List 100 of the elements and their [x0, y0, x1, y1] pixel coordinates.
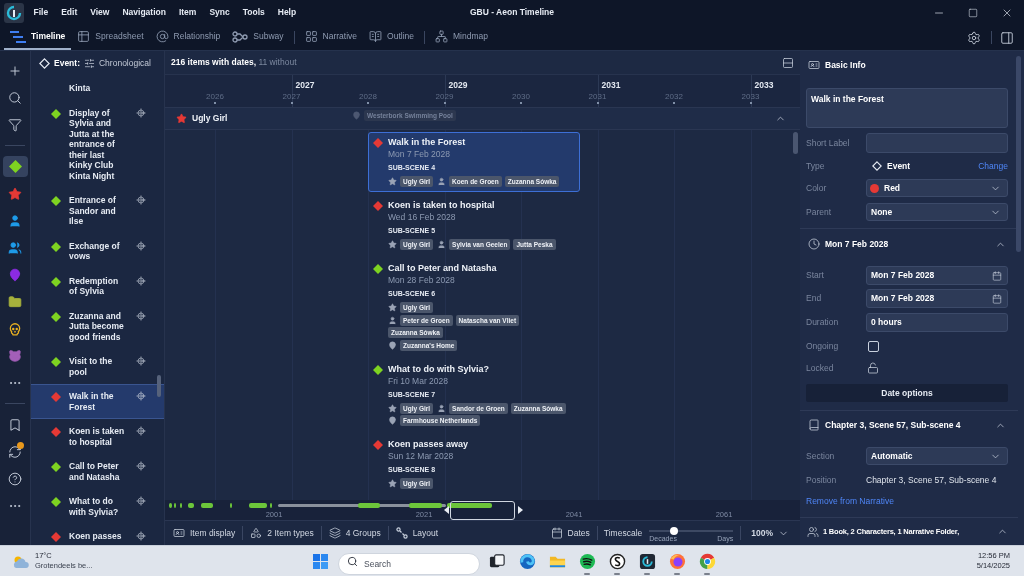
view-tab[interactable]: Relationship [149, 25, 227, 50]
duration-field[interactable]: 0 hours [866, 313, 1008, 332]
menu-item[interactable]: Tools [236, 2, 272, 23]
view-tab[interactable]: Narrative [298, 25, 364, 50]
scrollbar-thumb[interactable] [793, 132, 798, 154]
ongoing-checkbox[interactable] [868, 340, 879, 352]
timescale-slider[interactable] [649, 526, 734, 535]
crosshair-icon[interactable] [136, 240, 146, 251]
bookmark-icon[interactable] [8, 417, 22, 432]
zoom-select[interactable]: 100% [748, 523, 792, 543]
rows-icon[interactable] [782, 56, 794, 69]
field-label: Type [806, 159, 826, 173]
sort-label[interactable]: Chronological [99, 57, 151, 70]
crosshair-icon[interactable] [136, 195, 146, 205]
window-title: GBU - Aeon Timeline [469, 6, 555, 19]
event-list-item[interactable]: Visit to the pool [31, 349, 164, 384]
footer-tool-button[interactable]: Item display [170, 523, 239, 543]
date-field[interactable]: Mon 7 Feb 2028 [866, 289, 1008, 308]
scrollbar-thumb[interactable] [157, 375, 161, 397]
scrollbar-thumb[interactable] [1016, 56, 1021, 252]
event-list-item[interactable]: Exchange of vows [31, 233, 164, 269]
type-filter-button[interactable] [2, 156, 28, 177]
color-select[interactable]: Red [866, 179, 1008, 197]
crosshair-icon[interactable] [136, 275, 146, 286]
globe-app-icon[interactable] [668, 552, 686, 570]
slider-thumb[interactable] [669, 526, 678, 535]
view-tab[interactable]: Mindmap [429, 25, 494, 50]
year-tick-label: 2029 [435, 91, 454, 103]
left-arrow-icon[interactable] [444, 506, 449, 514]
event-date: Mon 28 Feb 2028 [388, 275, 455, 286]
event-list-item[interactable]: Entrance of Sandor and Ilse [31, 188, 164, 234]
menu-item[interactable]: Item [172, 2, 203, 23]
maximize-icon[interactable] [968, 7, 978, 18]
type-filter-label[interactable]: Event: [54, 57, 80, 70]
view-tab[interactable]: Subway [226, 25, 290, 50]
search-icon[interactable] [8, 90, 22, 105]
event-list-item[interactable]: Kinta [31, 76, 164, 101]
event-list-item[interactable]: Koen passes [31, 524, 164, 545]
table-icon [77, 30, 91, 43]
event-title: Koen is taken to hospital [69, 426, 126, 447]
tick-mark [520, 102, 522, 104]
section-select[interactable]: Automatic [866, 447, 1008, 465]
calendar-icon[interactable] [992, 270, 1002, 281]
parent-select[interactable]: None [866, 203, 1008, 221]
ring-tile-app-icon[interactable] [638, 552, 656, 570]
search-field[interactable]: Search [338, 553, 480, 575]
s-curve-app-icon[interactable] [608, 552, 626, 570]
four-squares-icon[interactable] [312, 553, 328, 569]
event-list-item[interactable]: Walk in the Forest [31, 384, 164, 419]
menu-item[interactable]: Navigation [115, 2, 173, 23]
segmented-circle-app-icon[interactable] [698, 552, 716, 570]
swirl-app-icon[interactable] [518, 552, 536, 570]
filter-icon[interactable] [8, 117, 22, 132]
menu-item[interactable]: View [83, 2, 116, 23]
event-list-item[interactable]: Zuzanna and Jutta become good friends [31, 303, 164, 349]
view-tab[interactable]: Outline [363, 25, 420, 50]
menu-item[interactable]: File [27, 2, 55, 23]
crosshair-icon[interactable] [136, 391, 146, 401]
event-title: Visit to the pool [69, 356, 114, 377]
map-pin-icon [388, 340, 397, 350]
event-list-item[interactable]: What to do with Sylvia? [31, 489, 164, 524]
help-icon[interactable] [8, 471, 22, 486]
crosshair-icon[interactable] [136, 496, 146, 506]
footer-tool-button[interactable]: 2 Item types [247, 523, 317, 543]
menu-item[interactable]: Sync [202, 2, 237, 23]
settings-icon[interactable] [967, 30, 981, 45]
footer-tool-button[interactable]: 4 Groups [325, 523, 384, 543]
event-title: Koen is taken to hospital [388, 199, 495, 213]
title-field[interactable]: Walk in the Forest [806, 88, 1008, 128]
event-title: What to do with Sylvia? [69, 496, 120, 517]
side-panel-icon[interactable] [1000, 30, 1014, 45]
event-date: Mon 7 Feb 2028 [388, 149, 450, 160]
short-label-field[interactable] [866, 133, 1008, 153]
padlock-open-icon[interactable] [867, 362, 879, 374]
date-field[interactable]: Mon 7 Feb 2028 [866, 266, 1008, 285]
date-options-button[interactable]: Date options [806, 384, 1008, 402]
crosshair-icon[interactable] [136, 531, 146, 541]
crosshair-icon[interactable] [136, 356, 146, 366]
menu-item[interactable]: Edit [54, 2, 84, 23]
event-list-item[interactable]: Koen is taken to hospital [31, 419, 164, 454]
change-link[interactable]: Change [978, 159, 1008, 173]
crosshair-icon[interactable] [136, 310, 146, 321]
crosshair-icon[interactable] [136, 426, 146, 436]
event-list-item[interactable]: Display of Sylvia and Jutta at the entrance of their last Kinky Club Kinta Night [31, 100, 164, 188]
task-view-icon[interactable] [488, 552, 506, 570]
menu-item[interactable]: Help [271, 2, 303, 23]
dates-button[interactable]: Dates [547, 523, 593, 543]
curved-lines-app-icon[interactable] [578, 552, 596, 570]
crosshair-icon[interactable] [136, 107, 146, 118]
sync-icon[interactable] [8, 444, 22, 459]
remove-link[interactable]: Remove from Narrative [806, 494, 894, 508]
view-tab[interactable]: Spreadsheet [71, 25, 150, 50]
sliders-icon[interactable] [84, 58, 95, 69]
event-list-item[interactable]: Call to Peter and Natasha [31, 454, 164, 489]
right-arrow-icon[interactable] [518, 506, 523, 514]
footer-tool-button[interactable]: Layout [392, 523, 442, 543]
crosshair-icon[interactable] [136, 461, 146, 471]
add-icon[interactable] [8, 63, 22, 78]
calendar-icon[interactable] [992, 293, 1002, 304]
event-list-item[interactable]: Redemption of Sylvia [31, 268, 164, 304]
